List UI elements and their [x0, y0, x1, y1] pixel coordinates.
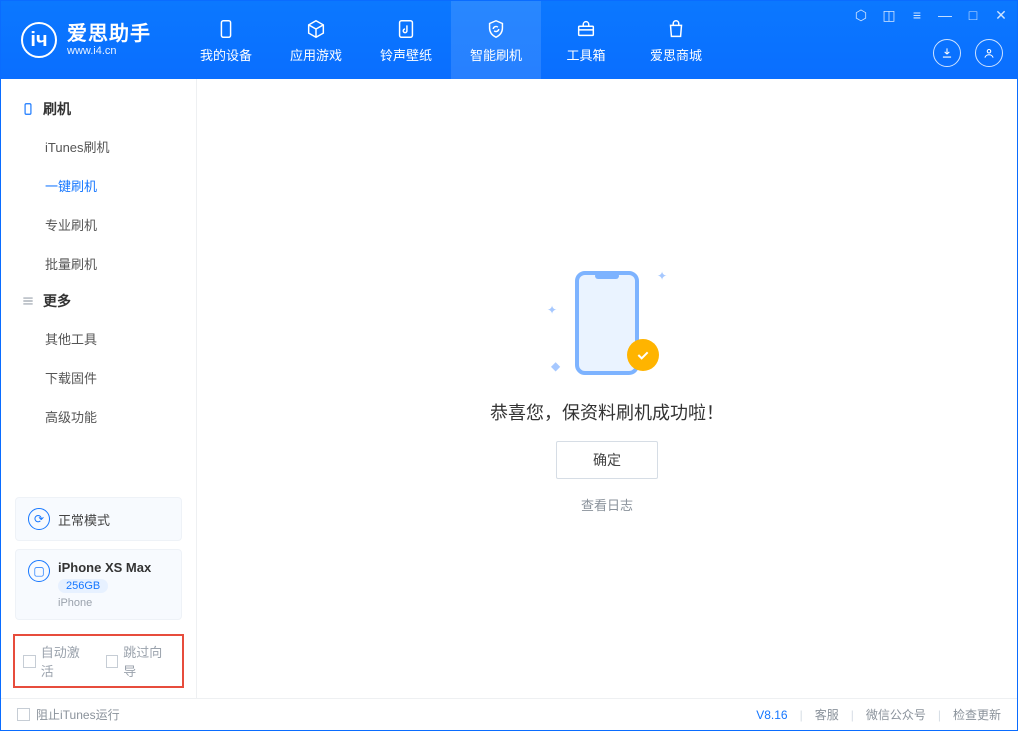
download-button[interactable] — [933, 39, 961, 67]
sparkle-icon: ✦ — [657, 269, 667, 283]
success-message: 恭喜您，保资料刷机成功啦！ — [490, 399, 724, 425]
app-window: iч 爱思助手 www.i4.cn 我的设备 应用游戏 铃声壁纸 智能刷机 — [0, 0, 1018, 731]
check-badge-icon — [627, 339, 659, 371]
tab-label: 爱思商城 — [650, 45, 702, 64]
window-controls: ⬡ ◫ ≡ — □ ✕ — [853, 7, 1009, 24]
view-log-link[interactable]: 查看日志 — [581, 495, 633, 514]
sidebar-item-adv[interactable]: 高级功能 — [1, 397, 196, 436]
shirt-icon[interactable]: ⬡ — [853, 7, 869, 24]
auto-activate-checkbox[interactable]: 自动激活 — [23, 642, 92, 680]
sidebar-item-oneclick[interactable]: 一键刷机 — [1, 166, 196, 205]
main-tabs: 我的设备 应用游戏 铃声壁纸 智能刷机 工具箱 爱思商城 — [181, 1, 721, 79]
sidebar-item-firmware[interactable]: 下载固件 — [1, 358, 196, 397]
version-label: V8.16 — [756, 708, 787, 722]
tab-label: 工具箱 — [566, 45, 605, 64]
device-capacity: 256GB — [58, 579, 108, 593]
highlight-box: 自动激活 跳过向导 — [13, 634, 184, 688]
device-type: iPhone — [58, 597, 151, 609]
phone-outline-icon — [21, 102, 35, 116]
sidebar-section-more: 更多 — [1, 283, 196, 319]
tab-flash[interactable]: 智能刷机 — [451, 1, 541, 79]
sidebar-item-batch[interactable]: 批量刷机 — [1, 244, 196, 283]
main-content: ✦ ✦ ◆ 恭喜您，保资料刷机成功啦！ 确定 查看日志 — [197, 79, 1017, 698]
list-icon — [21, 294, 35, 308]
block-itunes-checkbox[interactable]: 阻止iTunes运行 — [17, 706, 120, 723]
tab-label: 铃声壁纸 — [380, 45, 432, 64]
device-card[interactable]: ▢ iPhone XS Max 256GB iPhone — [15, 549, 182, 620]
sidebar-section-flash: 刷机 — [1, 91, 196, 127]
shield-refresh-icon — [484, 17, 508, 41]
maximize-button[interactable]: □ — [965, 7, 981, 24]
header-actions — [933, 39, 1003, 67]
bag-icon — [664, 17, 688, 41]
menu-icon[interactable]: ≡ — [909, 7, 925, 24]
cube-icon — [304, 17, 328, 41]
checkbox-label: 跳过向导 — [123, 642, 174, 680]
footer: 阻止iTunes运行 V8.16 | 客服 | 微信公众号 | 检查更新 — [1, 698, 1017, 730]
tab-device[interactable]: 我的设备 — [181, 1, 271, 79]
close-button[interactable]: ✕ — [993, 7, 1009, 24]
phone-icon — [214, 17, 238, 41]
success-illustration: ✦ ✦ ◆ — [547, 263, 667, 383]
toolbox-icon — [574, 17, 598, 41]
header: iч 爱思助手 www.i4.cn 我的设备 应用游戏 铃声壁纸 智能刷机 — [1, 1, 1017, 79]
device-phone-icon: ▢ — [28, 560, 50, 582]
user-button[interactable] — [975, 39, 1003, 67]
lock-icon[interactable]: ◫ — [881, 7, 897, 24]
mode-card[interactable]: ⟳ 正常模式 — [15, 497, 182, 541]
footer-wechat-link[interactable]: 微信公众号 — [866, 706, 926, 723]
tab-ring[interactable]: 铃声壁纸 — [361, 1, 451, 79]
sidebar-item-itunes[interactable]: iTunes刷机 — [1, 127, 196, 166]
checkbox-label: 阻止iTunes运行 — [36, 706, 120, 723]
minimize-button[interactable]: — — [937, 7, 953, 24]
footer-service-link[interactable]: 客服 — [815, 706, 839, 723]
section-label: 更多 — [43, 291, 71, 311]
sparkle-icon: ✦ — [547, 303, 557, 317]
app-subtitle: www.i4.cn — [67, 45, 151, 57]
logo-icon: iч — [21, 22, 57, 58]
checkbox-label: 自动激活 — [41, 642, 92, 680]
tab-tools[interactable]: 工具箱 — [541, 1, 631, 79]
sparkle-icon: ◆ — [551, 359, 560, 373]
mode-label: 正常模式 — [58, 510, 110, 529]
skip-guide-checkbox[interactable]: 跳过向导 — [106, 642, 175, 680]
ok-button[interactable]: 确定 — [556, 441, 658, 479]
section-label: 刷机 — [43, 99, 71, 119]
sidebar-item-other[interactable]: 其他工具 — [1, 319, 196, 358]
logo: iч 爱思助手 www.i4.cn — [1, 22, 171, 58]
body: 刷机 iTunes刷机 一键刷机 专业刷机 批量刷机 更多 其他工具 下载固件 … — [1, 79, 1017, 698]
tab-apps[interactable]: 应用游戏 — [271, 1, 361, 79]
tab-label: 我的设备 — [200, 45, 252, 64]
device-name: iPhone XS Max — [58, 560, 151, 575]
tab-label: 智能刷机 — [470, 45, 522, 64]
tab-label: 应用游戏 — [290, 45, 342, 64]
refresh-icon: ⟳ — [28, 508, 50, 530]
sidebar-item-pro[interactable]: 专业刷机 — [1, 205, 196, 244]
footer-update-link[interactable]: 检查更新 — [953, 706, 1001, 723]
app-title: 爱思助手 — [67, 23, 151, 45]
tab-store[interactable]: 爱思商城 — [631, 1, 721, 79]
music-file-icon — [394, 17, 418, 41]
sidebar: 刷机 iTunes刷机 一键刷机 专业刷机 批量刷机 更多 其他工具 下载固件 … — [1, 79, 197, 698]
